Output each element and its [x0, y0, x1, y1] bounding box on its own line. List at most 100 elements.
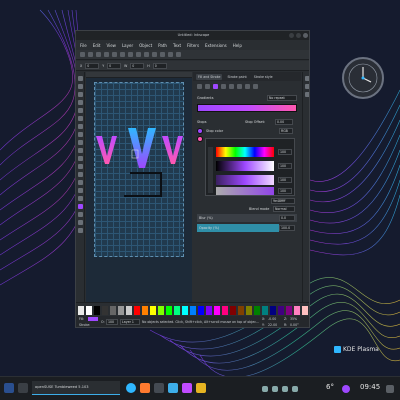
palette-swatch[interactable]: [166, 306, 172, 315]
palette-swatch[interactable]: [198, 306, 204, 315]
gradient-repeat-select[interactable]: No repeat: [267, 95, 297, 101]
menu-object[interactable]: Object: [139, 43, 152, 48]
window-titlebar[interactable]: Untitled: Inkscape: [76, 31, 309, 40]
connector-tool-icon[interactable]: [78, 228, 83, 233]
palette-swatch[interactable]: [246, 306, 252, 315]
menu-path[interactable]: Path: [158, 43, 167, 48]
notifications-icon[interactable]: [342, 385, 350, 393]
palette-swatch[interactable]: [118, 306, 124, 315]
close-icon[interactable]: [303, 33, 308, 38]
palette-swatch[interactable]: [86, 306, 92, 315]
color-picker-area[interactable]: 100 100 100 100: [205, 138, 295, 196]
radial-gradient-icon[interactable]: [221, 84, 226, 89]
canvas[interactable]: [86, 78, 192, 302]
eraser-tool-icon[interactable]: [78, 188, 83, 193]
stop-1-swatch[interactable]: [197, 128, 203, 134]
palette-swatch[interactable]: [222, 306, 228, 315]
menu-edit[interactable]: Edit: [93, 43, 101, 48]
menu-extensions[interactable]: Extensions: [205, 43, 227, 48]
swatch-icon[interactable]: [245, 84, 250, 89]
palette-swatch[interactable]: [262, 306, 268, 315]
opacity-slider[interactable]: Opacity (%): [197, 224, 279, 232]
node-tool-icon[interactable]: [78, 84, 83, 89]
gradient-tool-icon[interactable]: [78, 204, 83, 209]
linear-gradient-icon[interactable]: [213, 84, 218, 89]
settings-icon[interactable]: [196, 383, 206, 393]
palette-swatch[interactable]: [158, 306, 164, 315]
palette-swatch[interactable]: [182, 306, 188, 315]
spiral-tool-icon[interactable]: [78, 140, 83, 145]
palette-swatch[interactable]: [174, 306, 180, 315]
import-icon[interactable]: [112, 52, 117, 57]
h-field[interactable]: 0: [152, 62, 167, 69]
network-icon[interactable]: [262, 386, 268, 392]
palette-swatch[interactable]: [94, 306, 100, 315]
group-icon[interactable]: [168, 52, 173, 57]
palette-swatch[interactable]: [126, 306, 132, 315]
minimize-icon[interactable]: [289, 33, 294, 38]
paste-icon[interactable]: [152, 52, 157, 57]
blend-mode-select[interactable]: Normal: [273, 206, 295, 212]
menu-help[interactable]: Help: [233, 43, 242, 48]
y-field[interactable]: 0: [107, 62, 122, 69]
hue-value[interactable]: 100: [278, 149, 292, 155]
menu-layer[interactable]: Layer: [122, 43, 133, 48]
hex-field[interactable]: 9e48ffff: [271, 198, 295, 204]
weather-temp[interactable]: 6°: [326, 383, 334, 391]
box3d-tool-icon[interactable]: [78, 116, 83, 121]
zoom-value[interactable]: 35%: [290, 317, 297, 321]
calligraphy-tool-icon[interactable]: [78, 164, 83, 169]
undo-icon[interactable]: [128, 52, 133, 57]
palette-swatch[interactable]: [238, 306, 244, 315]
layer-select[interactable]: Layer 1: [120, 319, 140, 325]
pattern-icon[interactable]: [237, 84, 242, 89]
show-desktop-icon[interactable]: [386, 385, 394, 393]
rectangle-tool-icon[interactable]: [78, 108, 83, 113]
opacity-short-field[interactable]: 100: [106, 319, 118, 325]
palette-swatch[interactable]: [102, 306, 108, 315]
pen-tool-icon[interactable]: [78, 156, 83, 161]
save-icon[interactable]: [96, 52, 101, 57]
spray-tool-icon[interactable]: [78, 180, 83, 185]
snap-bbox-icon[interactable]: [305, 84, 309, 89]
open-icon[interactable]: [88, 52, 93, 57]
saturation-slider[interactable]: [216, 161, 274, 171]
palette-swatch[interactable]: [278, 306, 284, 315]
text-tool-icon[interactable]: [78, 172, 83, 177]
new-document-icon[interactable]: [80, 52, 85, 57]
menu-filters[interactable]: Filters: [187, 43, 199, 48]
mesh-tool-icon[interactable]: [78, 212, 83, 217]
palette-swatch[interactable]: [134, 306, 140, 315]
star-tool-icon[interactable]: [78, 132, 83, 137]
copy-icon[interactable]: [144, 52, 149, 57]
taskbar-clock[interactable]: 09:45: [360, 383, 380, 391]
no-paint-icon[interactable]: [197, 84, 202, 89]
snap-toggle-icon[interactable]: [305, 76, 309, 81]
rotation-value[interactable]: 0.00°: [290, 323, 299, 327]
lightness-value[interactable]: 100: [278, 177, 292, 183]
files-icon[interactable]: [168, 383, 178, 393]
palette-swatch[interactable]: [302, 306, 308, 315]
tab-stroke-paint[interactable]: Stroke paint: [225, 74, 248, 80]
saturation-value[interactable]: 100: [278, 163, 292, 169]
volume-icon[interactable]: [272, 386, 278, 392]
menu-text[interactable]: Text: [173, 43, 181, 48]
app-launcher-icon[interactable]: [4, 383, 14, 393]
pager-icon[interactable]: [18, 383, 28, 393]
palette-swatch[interactable]: [190, 306, 196, 315]
palette-swatch[interactable]: [78, 306, 84, 315]
pencil-tool-icon[interactable]: [78, 148, 83, 153]
print-icon[interactable]: [104, 52, 109, 57]
bluetooth-icon[interactable]: [282, 386, 288, 392]
palette-swatch[interactable]: [110, 306, 116, 315]
tab-fill[interactable]: Fill and Stroke: [196, 73, 223, 80]
color-mode-select[interactable]: RGB: [279, 128, 293, 134]
menu-file[interactable]: File: [80, 43, 87, 48]
measure-tool-icon[interactable]: [78, 100, 83, 105]
opacity-field[interactable]: 100.0: [279, 225, 295, 231]
zoom-icon[interactable]: [160, 52, 165, 57]
tab-stroke-style[interactable]: Stroke style: [252, 74, 275, 80]
export-icon[interactable]: [120, 52, 125, 57]
palette-swatch[interactable]: [254, 306, 260, 315]
battery-icon[interactable]: [292, 386, 298, 392]
